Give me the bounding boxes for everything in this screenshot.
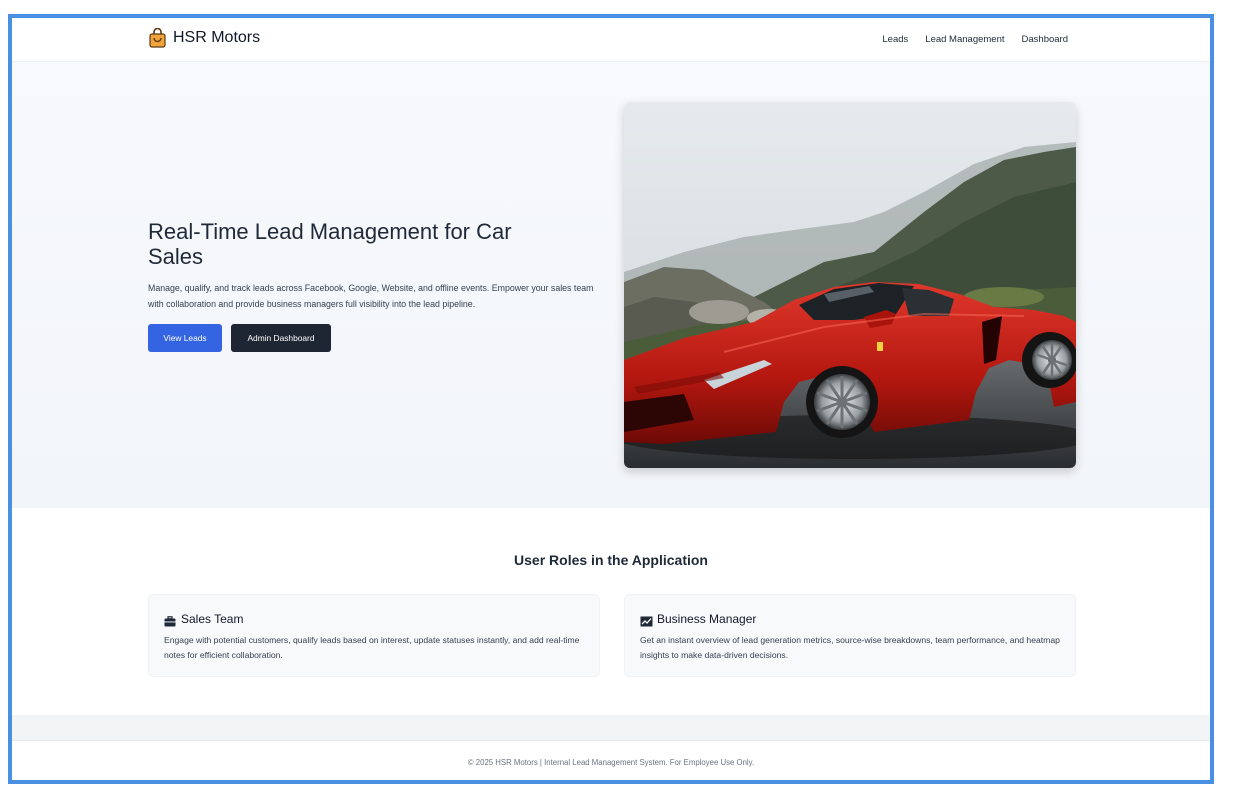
view-leads-button[interactable]: View Leads [148,324,222,352]
footer: © 2025 HSR Motors | Internal Lead Manage… [12,740,1210,780]
hero-section: Real-Time Lead Management for Car Sales … [12,62,1210,508]
role-card-sales-team: Sales Team Engage with potential custome… [148,594,600,677]
role-card-description: Engage with potential customers, qualify… [164,635,580,660]
nav-link-leads[interactable]: Leads [882,34,908,45]
roles-section-title: User Roles in the Application [514,552,708,568]
navbar: HSR Motors Leads Lead Management Dashboa… [12,18,1210,62]
role-card-header: Sales Team [164,612,243,626]
nav-link-dashboard[interactable]: Dashboard [1022,34,1068,45]
footer-divider-strip [12,715,1210,740]
role-card-header: Business Manager [640,612,756,626]
footer-text: © 2025 HSR Motors | Internal Lead Manage… [467,758,755,767]
brand[interactable]: HSR Motors [148,27,261,48]
hero-title: Real-Time Lead Management for Car Sales [148,219,512,269]
hero-description: Manage, qualify, and track leads across … [148,283,594,309]
nav-link-lead-management[interactable]: Lead Management [925,34,1004,45]
browser-frame: HSR Motors Leads Lead Management Dashboa… [8,14,1214,784]
role-card-title: Business Manager [657,612,757,626]
role-card-business-manager: Business Manager Get an instant overview… [624,594,1076,677]
shopping-bag-icon [148,27,167,48]
role-card-description: Get an instant overview of lead generati… [640,635,1060,660]
briefcase-icon [164,614,176,626]
admin-dashboard-button[interactable]: Admin Dashboard [231,324,331,352]
chart-icon [640,614,653,626]
hero-car-image [624,102,1076,468]
nav-links: Leads Lead Management Dashboard [882,34,1068,45]
brand-name: HSR Motors [173,29,261,46]
role-card-title: Sales Team [181,612,244,626]
